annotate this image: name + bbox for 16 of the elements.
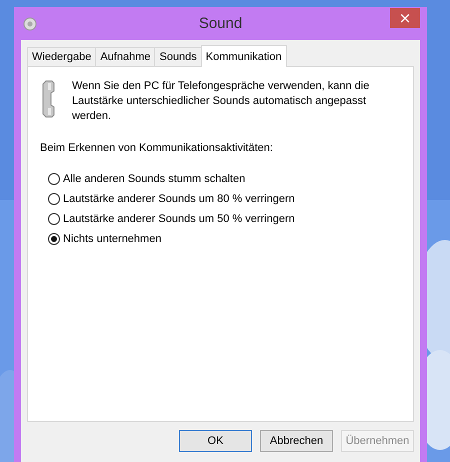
option-label[interactable]: Alle anderen Sounds stumm schalten: [63, 173, 246, 185]
description-text: Wenn Sie den PC für Telefongespräche verwenden, kann die Lautstärke unterschiedlicher Sounds automatisch angepasst werden.: [72, 79, 370, 124]
radio-button[interactable]: [48, 193, 60, 205]
prompt-text: Beim Erkennen von Kommunikationsaktivitäten:: [40, 142, 274, 154]
window-title: Sound: [198, 15, 242, 32]
radio-button[interactable]: [48, 173, 60, 185]
radio-button[interactable]: [48, 233, 60, 245]
option-label[interactable]: Lautstärke anderer Sounds um 50 % verringern: [63, 213, 295, 225]
option-label[interactable]: Nichts unternehmen: [63, 233, 162, 245]
option-label[interactable]: Lautstärke anderer Sounds um 80 % verringern: [63, 193, 295, 205]
radio-button[interactable]: [48, 213, 60, 225]
close-button[interactable]: ×: [390, 8, 420, 28]
dialog-button[interactable]: OK: [179, 430, 252, 452]
tab[interactable]: Kommunikation: [200, 45, 287, 67]
dialog-button[interactable]: Abbrechen: [260, 430, 333, 452]
tab[interactable]: Wiedergabe: [27, 47, 96, 66]
